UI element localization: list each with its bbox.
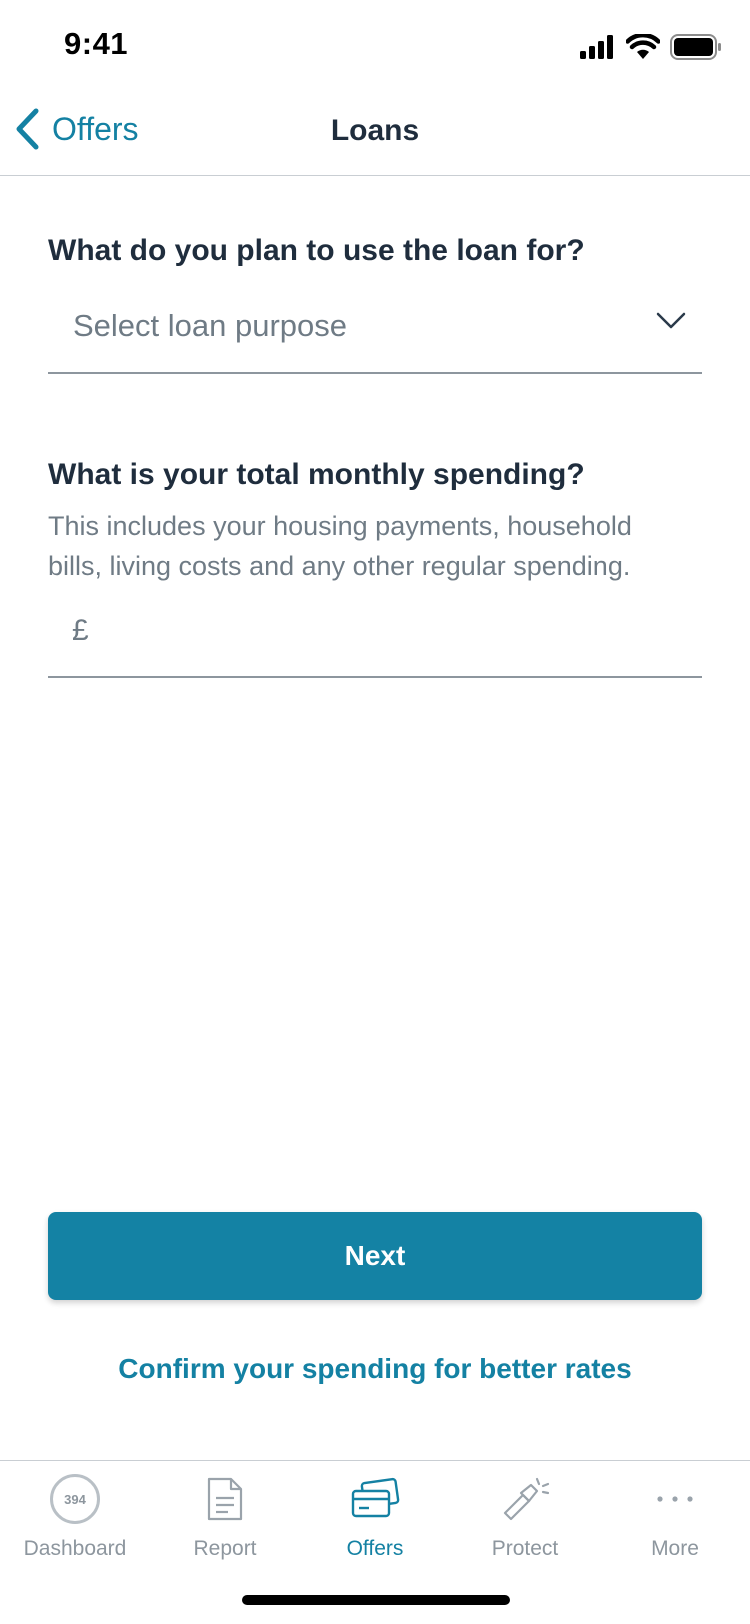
tab-label-dashboard: Dashboard xyxy=(23,1537,127,1560)
monthly-spending-input[interactable]: £ xyxy=(48,584,702,678)
credit-score-icon: 394 xyxy=(50,1474,100,1524)
tab-label-more: More xyxy=(651,1537,699,1560)
home-indicator xyxy=(242,1595,510,1605)
more-dots-icon xyxy=(657,1496,693,1502)
confirm-spending-link[interactable]: Confirm your spending for better rates xyxy=(0,1353,750,1385)
monthly-spending-helper: This includes your housing payments, hou… xyxy=(48,511,632,581)
tab-more[interactable]: More xyxy=(600,1461,750,1571)
tab-dashboard[interactable]: 394 Dashboard xyxy=(0,1461,150,1571)
loan-purpose-select[interactable]: Select loan purpose xyxy=(48,282,702,374)
battery-icon xyxy=(670,34,721,60)
currency-symbol: £ xyxy=(72,614,89,647)
tab-label-offers: Offers xyxy=(346,1537,404,1560)
chevron-left-icon xyxy=(16,108,39,150)
wifi-icon xyxy=(626,34,660,59)
next-button[interactable]: Next xyxy=(48,1212,702,1300)
chevron-down-icon xyxy=(656,312,686,329)
loans-screen: 9:41 Offers Loans What do you plan to us… xyxy=(0,0,750,1624)
status-time: 9:41 xyxy=(64,26,129,61)
tab-protect[interactable]: Protect xyxy=(450,1461,600,1571)
document-icon xyxy=(207,1477,243,1521)
status-bar: 9:41 xyxy=(0,0,750,90)
status-icons xyxy=(580,34,722,60)
monthly-spending-question: What is your total monthly spending? xyxy=(48,458,585,491)
next-button-label: Next xyxy=(344,1240,406,1271)
tab-report[interactable]: Report xyxy=(150,1461,300,1571)
credit-score-value: 394 xyxy=(64,1491,86,1507)
flashlight-icon xyxy=(503,1477,550,1521)
back-label: Offers xyxy=(52,110,139,147)
back-button[interactable]: Offers xyxy=(14,108,139,150)
signal-icon xyxy=(580,35,613,59)
tab-offers[interactable]: Offers xyxy=(300,1461,450,1571)
loan-purpose-question: What do you plan to use the loan for? xyxy=(48,234,585,267)
tab-label-report: Report xyxy=(193,1537,257,1560)
cards-icon xyxy=(351,1477,400,1518)
loan-purpose-placeholder: Select loan purpose xyxy=(73,308,348,343)
tab-label-protect: Protect xyxy=(491,1537,559,1560)
nav-bar: Offers Loans xyxy=(0,90,750,176)
